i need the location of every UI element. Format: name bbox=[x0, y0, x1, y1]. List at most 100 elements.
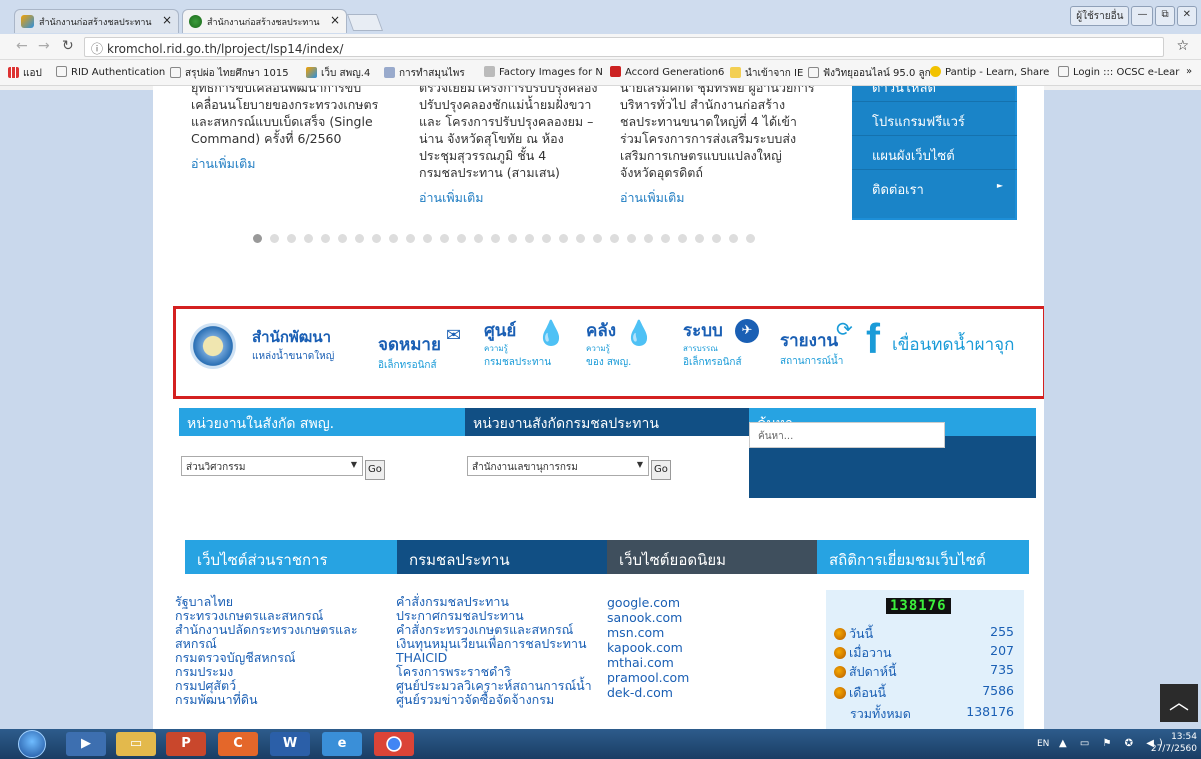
language-indicator[interactable]: EN bbox=[1037, 739, 1049, 749]
read-more-link[interactable]: อ่านเพิ่มเติม bbox=[191, 155, 391, 172]
read-more-link[interactable]: อ่านเพิ่มเติม bbox=[620, 189, 820, 206]
carousel-dot[interactable] bbox=[661, 234, 670, 243]
search-input[interactable]: ค้นหา... bbox=[749, 422, 945, 448]
reload-icon[interactable]: ↻ bbox=[62, 38, 74, 54]
carousel-dot[interactable] bbox=[270, 234, 279, 243]
link-item[interactable]: เงินทุนหมุนเวียนเพื่อการชลประทาน bbox=[396, 637, 592, 651]
profile-button[interactable]: ผู้ใช้รายอื่น bbox=[1070, 6, 1130, 26]
carousel-dot[interactable] bbox=[253, 234, 262, 243]
browser-tab-1[interactable]: สำนักงานก่อสร้างชลประทาน × bbox=[14, 9, 179, 33]
link-item[interactable]: คำสั่งกรมชลประทาน bbox=[396, 595, 592, 609]
link-item[interactable]: mthai.com bbox=[607, 655, 689, 670]
banner-link-e-document[interactable]: ระบบ สารบรรณ อิเล็กทรอนิกส์ ✈ bbox=[683, 317, 759, 370]
banner-link-knowledge-center[interactable]: ศูนย์ ความรู้ กรมชลประทาน 💧 bbox=[484, 317, 566, 370]
carousel-dot[interactable] bbox=[559, 234, 568, 243]
bookmark-item[interactable]: เว็บ สพญ.4 bbox=[306, 66, 370, 81]
close-window-button[interactable]: ✕ bbox=[1176, 6, 1197, 26]
carousel-dot[interactable] bbox=[508, 234, 517, 243]
bookmark-item[interactable]: ฟังวิทยุออนไลน์ 95.0 ลูก bbox=[808, 66, 931, 81]
link-item[interactable]: สหกรณ์ bbox=[175, 637, 358, 651]
link-item[interactable]: กระทรวงเกษตรและสหกรณ์ bbox=[175, 609, 358, 623]
carousel-dot[interactable] bbox=[423, 234, 432, 243]
unit-select-1[interactable]: ส่วนวิศวกรรม ▼ bbox=[181, 456, 363, 476]
link-item[interactable]: THAICID bbox=[396, 651, 592, 665]
link-item[interactable]: กรมพัฒนาที่ดิน bbox=[175, 693, 358, 707]
minimize-button[interactable]: — bbox=[1131, 6, 1154, 26]
go-button-2[interactable]: Go bbox=[651, 460, 671, 480]
carousel-dot[interactable] bbox=[695, 234, 704, 243]
carousel-dot[interactable] bbox=[491, 234, 500, 243]
carousel-dot[interactable] bbox=[389, 234, 398, 243]
media-player-icon[interactable]: ▶ bbox=[66, 732, 106, 756]
carousel-dot[interactable] bbox=[746, 234, 755, 243]
powerpoint-icon[interactable]: P bbox=[166, 732, 206, 756]
unit-select-2[interactable]: สำนักงานเลขานุการกรม ▼ bbox=[467, 456, 649, 476]
pdf-creator-icon[interactable]: C bbox=[218, 732, 258, 756]
menu-item-freeware[interactable]: โปรแกรมฟรีแวร์ bbox=[852, 102, 1017, 136]
link-item[interactable]: kapook.com bbox=[607, 640, 689, 655]
carousel-dot[interactable] bbox=[338, 234, 347, 243]
carousel-dot[interactable] bbox=[712, 234, 721, 243]
start-button[interactable] bbox=[18, 730, 46, 758]
banner-link-knowledge-base[interactable]: คลัง ความรู้ ของ สพญ. 💧 bbox=[586, 317, 654, 370]
browser-tab-2[interactable]: สำนักงานก่อสร้างชลประทาน × bbox=[182, 9, 347, 33]
banner-link-water-report[interactable]: รายงาน สถานการณ์น้ำ ⟳ bbox=[780, 317, 853, 369]
menu-item-downloads[interactable]: ดาวน์โหลด bbox=[852, 86, 1017, 102]
word-icon[interactable]: W bbox=[270, 732, 310, 756]
carousel-dot[interactable] bbox=[627, 234, 636, 243]
new-tab-button[interactable] bbox=[346, 14, 384, 31]
carousel-dot[interactable] bbox=[576, 234, 585, 243]
banner-link-email[interactable]: จดหมาย อิเล็กทรอนิกส์ ✉ bbox=[378, 325, 461, 373]
back-to-top-button[interactable]: ︿ bbox=[1160, 684, 1198, 722]
carousel-dot[interactable] bbox=[440, 234, 449, 243]
link-item[interactable]: คำสั่งกระทรวงเกษตรและสหกรณ์ bbox=[396, 623, 592, 637]
carousel-dot[interactable] bbox=[729, 234, 738, 243]
go-button-1[interactable]: Go bbox=[365, 460, 385, 480]
bookmark-item[interactable]: สรุปผ่อ ไทยศึกษา 1015 bbox=[170, 66, 289, 81]
close-tab-icon[interactable]: × bbox=[162, 13, 172, 27]
carousel-dot[interactable] bbox=[542, 234, 551, 243]
link-item[interactable]: กรมประมง bbox=[175, 665, 358, 679]
clock[interactable]: 13:54 27/7/2560 bbox=[1151, 731, 1197, 755]
carousel-dot[interactable] bbox=[355, 234, 364, 243]
bookmark-item[interactable]: การทำสมุนไพร bbox=[384, 66, 465, 81]
carousel-dot[interactable] bbox=[457, 234, 466, 243]
carousel-dot[interactable] bbox=[644, 234, 653, 243]
carousel-dot[interactable] bbox=[406, 234, 415, 243]
forward-arrow-icon[interactable]: → bbox=[38, 38, 50, 54]
bookmark-item[interactable]: Accord Generation6 bbox=[610, 66, 724, 78]
menu-item-contact[interactable]: ติดต่อเรา ► bbox=[852, 170, 1017, 204]
carousel-dot[interactable] bbox=[321, 234, 330, 243]
bookmark-item[interactable]: Login ::: OCSC e-Lear bbox=[1058, 66, 1179, 78]
link-item[interactable]: ประกาศกรมชลประทาน bbox=[396, 609, 592, 623]
link-item[interactable]: สำนักงานปลัดกระทรวงเกษตรและ bbox=[175, 623, 358, 637]
link-item[interactable]: sanook.com bbox=[607, 610, 689, 625]
restore-button[interactable]: ⧉ bbox=[1155, 6, 1175, 26]
bookmark-item[interactable]: นำเข้าจาก IE bbox=[730, 66, 803, 81]
bookmark-apps[interactable]: แอป bbox=[8, 66, 42, 81]
carousel-dot[interactable] bbox=[304, 234, 313, 243]
link-item[interactable]: กรมปศุสัตว์ bbox=[175, 679, 358, 693]
bookmark-star-icon[interactable]: ☆ bbox=[1176, 38, 1189, 54]
link-item[interactable]: โครงการพระราชดำริ bbox=[396, 665, 592, 679]
carousel-dot[interactable] bbox=[372, 234, 381, 243]
read-more-link[interactable]: อ่านเพิ่มเติม bbox=[419, 189, 619, 206]
bookmark-item[interactable]: Factory Images for N bbox=[484, 66, 603, 78]
link-item[interactable]: รัฐบาลไทย bbox=[175, 595, 358, 609]
link-item[interactable]: ศูนย์ประมวลวิเคราะห์สถานการณ์น้ำ bbox=[396, 679, 592, 693]
carousel-dot[interactable] bbox=[474, 234, 483, 243]
menu-item-sitemap[interactable]: แผนผังเว็บไซต์ bbox=[852, 136, 1017, 170]
link-item[interactable]: ศูนย์รวมข่าวจัดซื้อจัดจ้างกรม bbox=[396, 693, 592, 707]
close-tab-icon[interactable]: × bbox=[330, 13, 340, 27]
link-item[interactable]: กรมตรวจบัญชีสหกรณ์ bbox=[175, 651, 358, 665]
bookmark-item[interactable]: RID Authentication bbox=[56, 66, 165, 78]
url-input[interactable]: ⓘ kromchol.rid.go.th/lproject/lsp14/index… bbox=[84, 37, 1164, 57]
bookmark-item[interactable]: Pantip - Learn, Share bbox=[930, 66, 1049, 78]
link-item[interactable]: google.com bbox=[607, 595, 689, 610]
back-arrow-icon[interactable]: ← bbox=[16, 38, 28, 54]
carousel-dot[interactable] bbox=[610, 234, 619, 243]
link-item[interactable]: pramool.com bbox=[607, 670, 689, 685]
link-item[interactable]: dek-d.com bbox=[607, 685, 689, 700]
carousel-dot[interactable] bbox=[678, 234, 687, 243]
carousel-dot[interactable] bbox=[287, 234, 296, 243]
